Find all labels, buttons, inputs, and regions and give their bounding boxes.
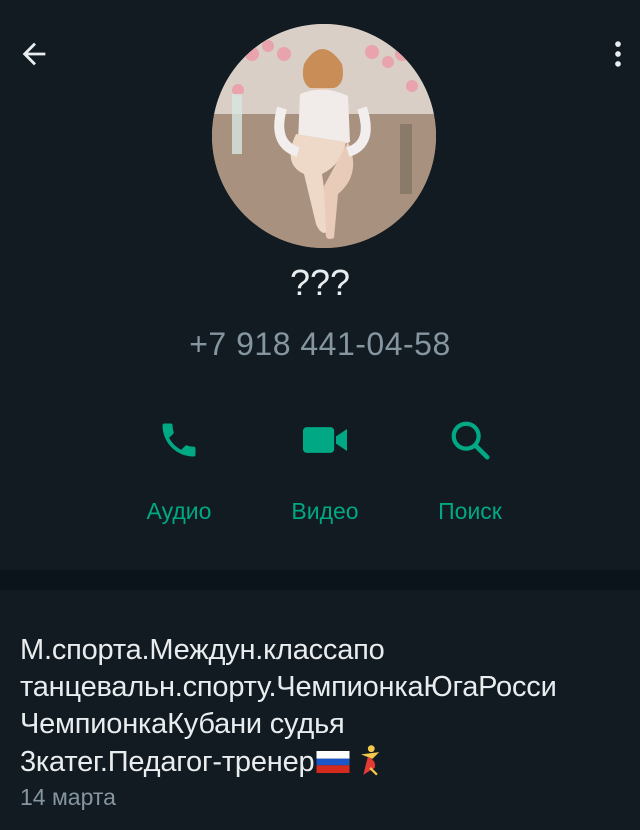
back-button[interactable] (14, 34, 54, 74)
audio-call-label: Аудио (146, 498, 212, 524)
video-call-label: Видео (291, 498, 359, 524)
more-vertical-icon (615, 41, 621, 67)
phone-icon (149, 410, 209, 470)
contact-phone-number[interactable]: +7 918 441-04-58 (0, 326, 640, 363)
dancer-icon (361, 745, 380, 776)
audio-call-button[interactable]: Аудио (109, 410, 249, 530)
search-label: Поиск (438, 498, 502, 524)
arrow-left-icon (22, 42, 46, 66)
contact-header-panel: ??? +7 918 441-04-58 Аудио Видео Поиск (0, 0, 640, 570)
contact-name: ??? (289, 262, 351, 303)
search-button[interactable]: Поиск (400, 410, 540, 530)
russia-flag-icon (316, 751, 350, 773)
about-section: М.спорта.Междун.классапо танцевальн.спор… (0, 590, 640, 830)
about-date: 14 марта (20, 784, 116, 810)
about-text-content: М.спорта.Междун.классапо танцевальн.спор… (20, 634, 557, 778)
avatar-photo (212, 24, 436, 248)
video-call-button[interactable]: Видео (255, 410, 395, 530)
more-options-button[interactable] (598, 34, 638, 74)
search-icon (440, 410, 500, 470)
video-camera-icon (295, 410, 355, 470)
contact-avatar[interactable] (212, 24, 436, 248)
about-status-text[interactable]: М.спорта.Междун.классапо танцевальн.спор… (20, 632, 630, 781)
